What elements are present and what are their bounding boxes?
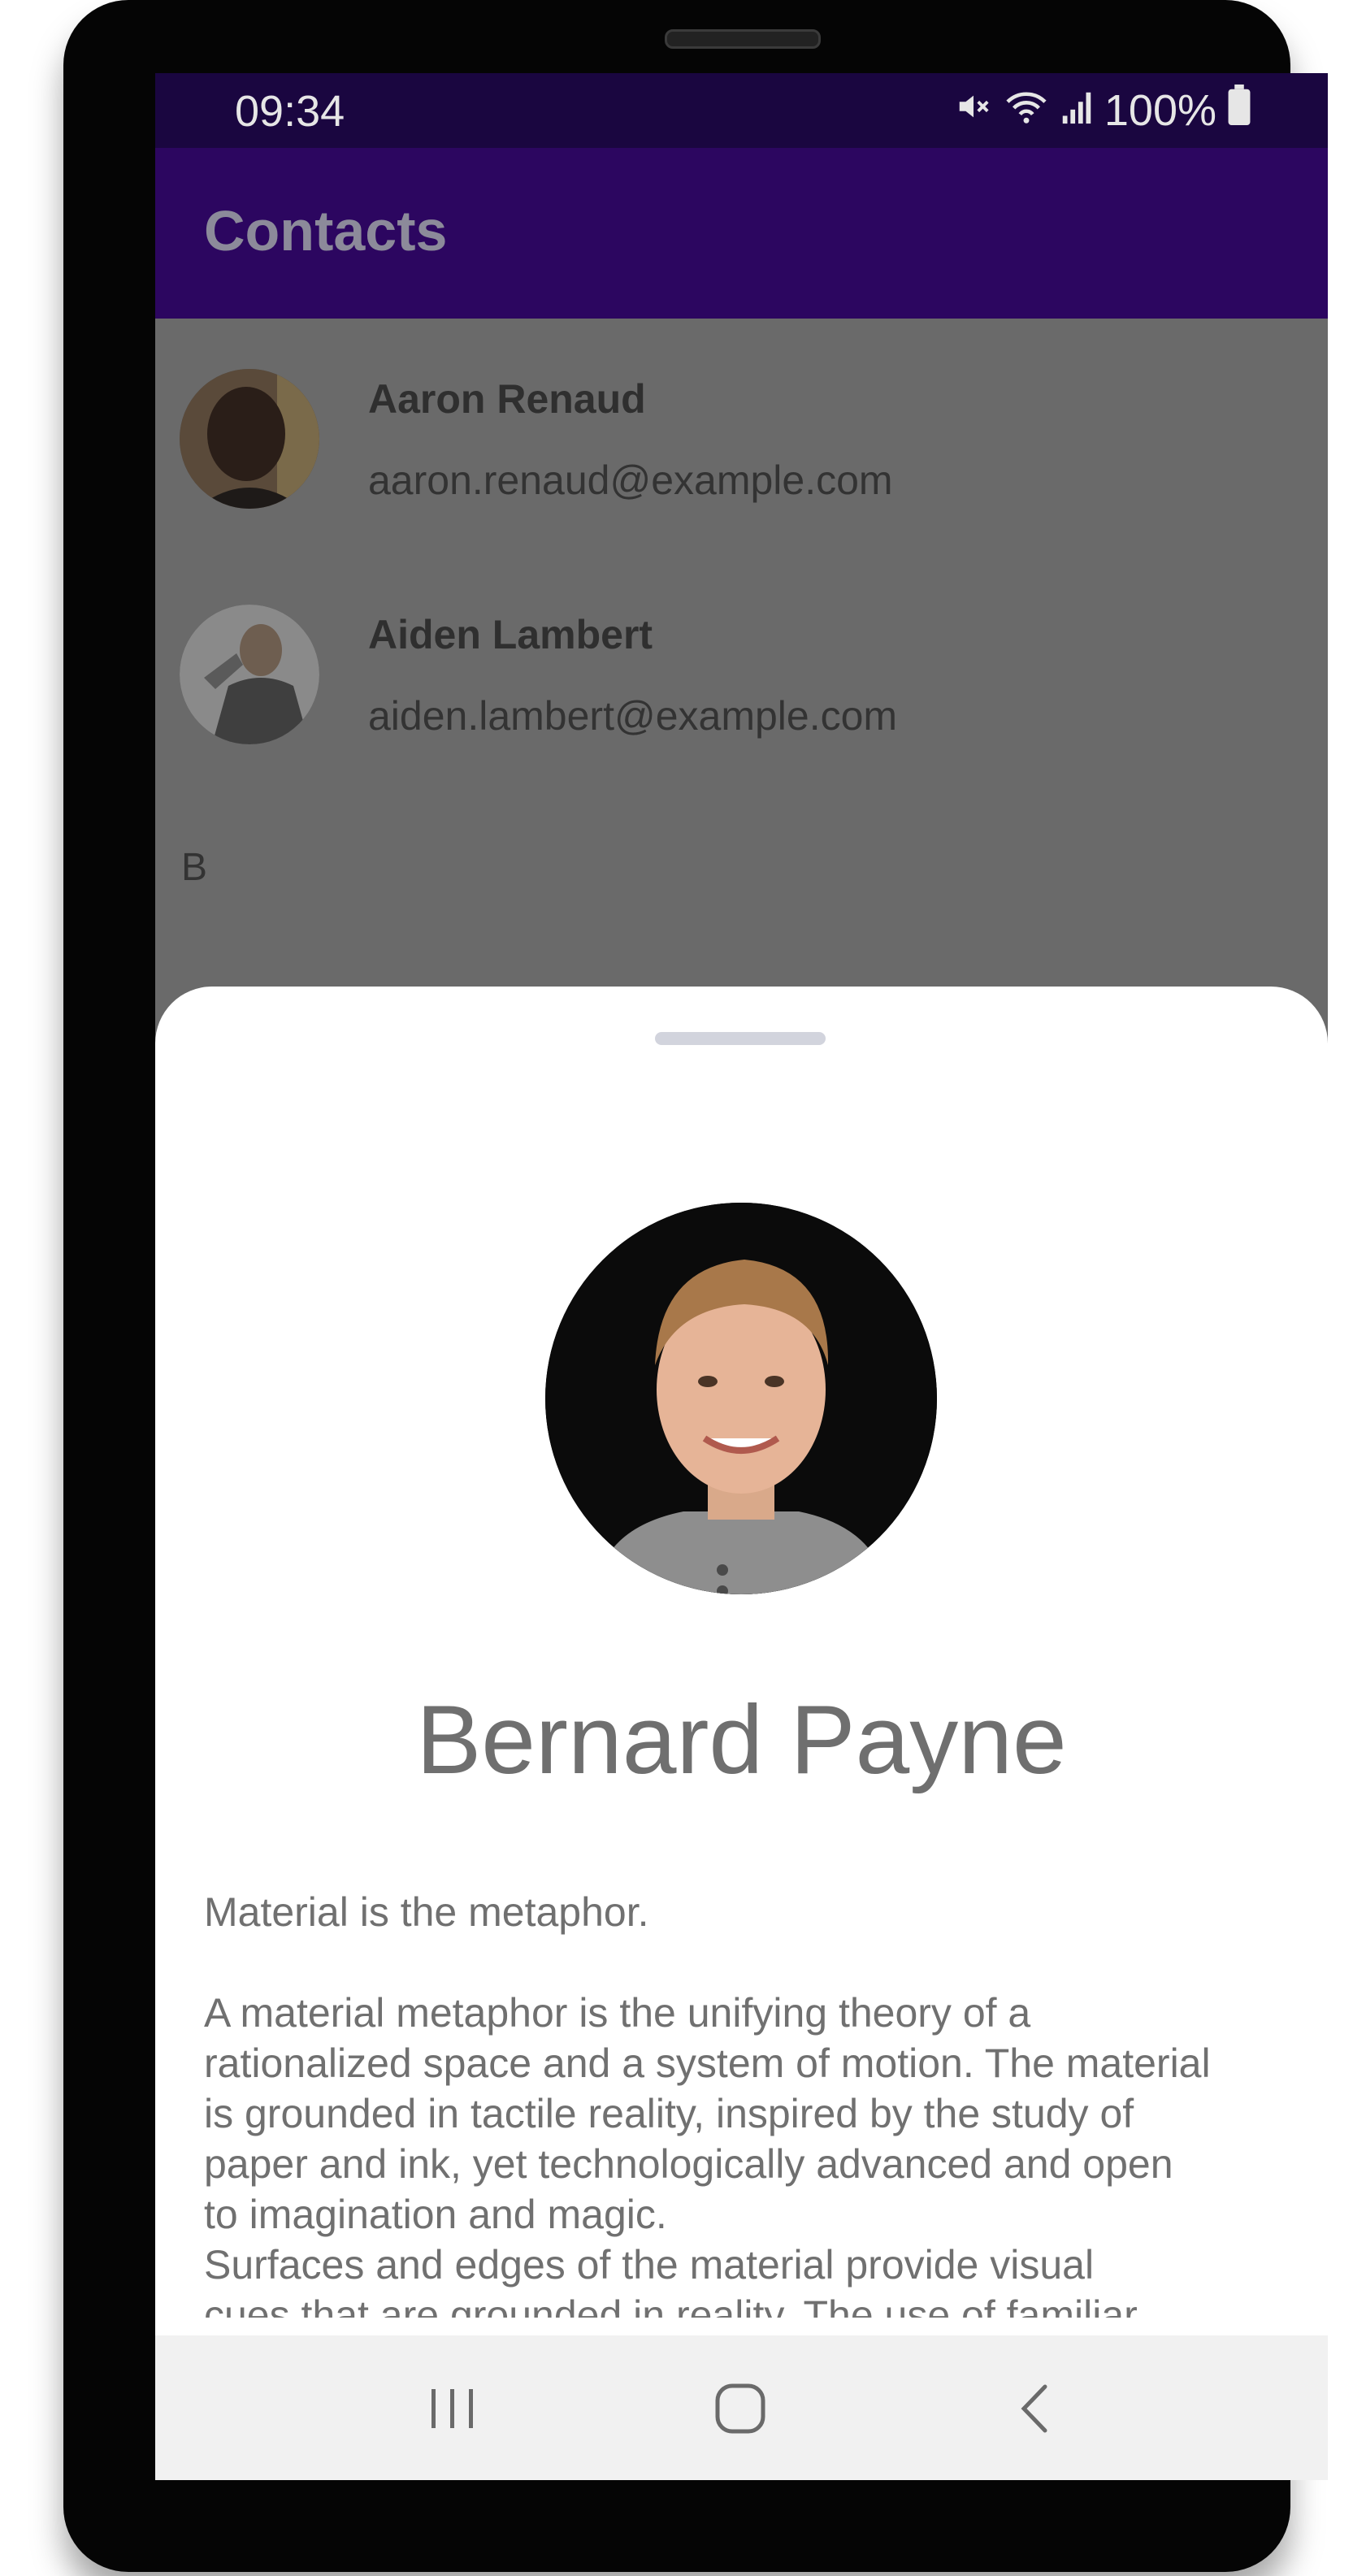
recents-icon[interactable] [388,2368,518,2449]
navigation-bar [155,2335,1328,2480]
contact-email: aaron.renaud@example.com [368,458,893,503]
list-item[interactable]: Aiden Lambert aiden.lambert@example.com [155,554,1328,782]
contact-name: Aiden Lambert [368,612,653,657]
contact-name: Aaron Renaud [368,376,646,422]
contact-detail-sheet[interactable]: Bernard Payne Material is the metaphor. … [155,987,1328,2480]
app-bar: Contacts [155,148,1328,319]
contact-email: aiden.lambert@example.com [368,693,898,739]
avatar [180,369,319,509]
bio-paragraph: A material metaphor is the unifying theo… [204,1990,1211,2318]
back-icon[interactable] [969,2368,1099,2449]
profile-photo [545,1203,937,1594]
section-header: B [181,846,208,889]
avatar [180,605,319,744]
signal-icon [1060,85,1093,136]
phone-frame: 09:34 100% Contacts Aaron Renaud aaron.r… [63,0,1328,2572]
mute-icon [955,85,992,136]
battery-icon [1228,85,1251,136]
app-title: Contacts [204,199,448,262]
speaker-grille [665,29,821,49]
drag-handle[interactable] [655,1032,826,1045]
screen: 09:34 100% Contacts Aaron Renaud aaron.r… [155,73,1328,2480]
bio-paragraph: Material is the metaphor. [204,1889,649,1935]
bio-text: Material is the metaphor. A material met… [204,1887,1285,2318]
status-time: 09:34 [235,87,345,136]
profile-name: Bernard Payne [416,1685,1067,1794]
status-icons: 100% [955,85,1251,136]
home-icon[interactable] [675,2368,805,2449]
list-item[interactable]: Aaron Renaud aaron.renaud@example.com [155,319,1328,546]
status-bar: 09:34 100% [155,73,1328,148]
wifi-icon [1004,85,1049,136]
battery-percent: 100% [1104,85,1216,135]
